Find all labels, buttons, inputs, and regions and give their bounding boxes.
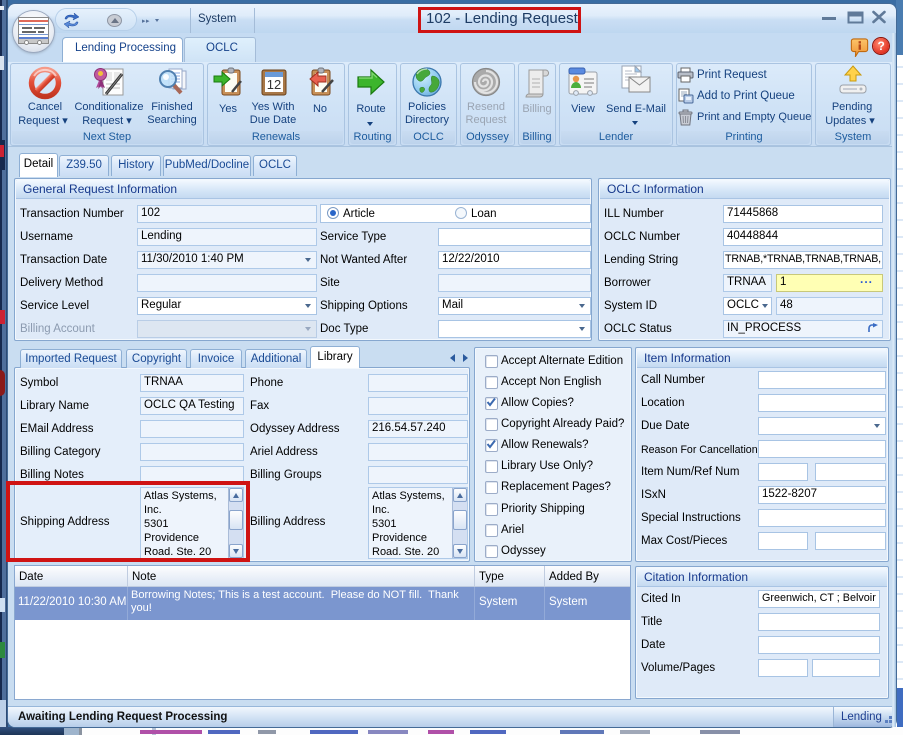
svg-text:12: 12 bbox=[267, 77, 281, 92]
